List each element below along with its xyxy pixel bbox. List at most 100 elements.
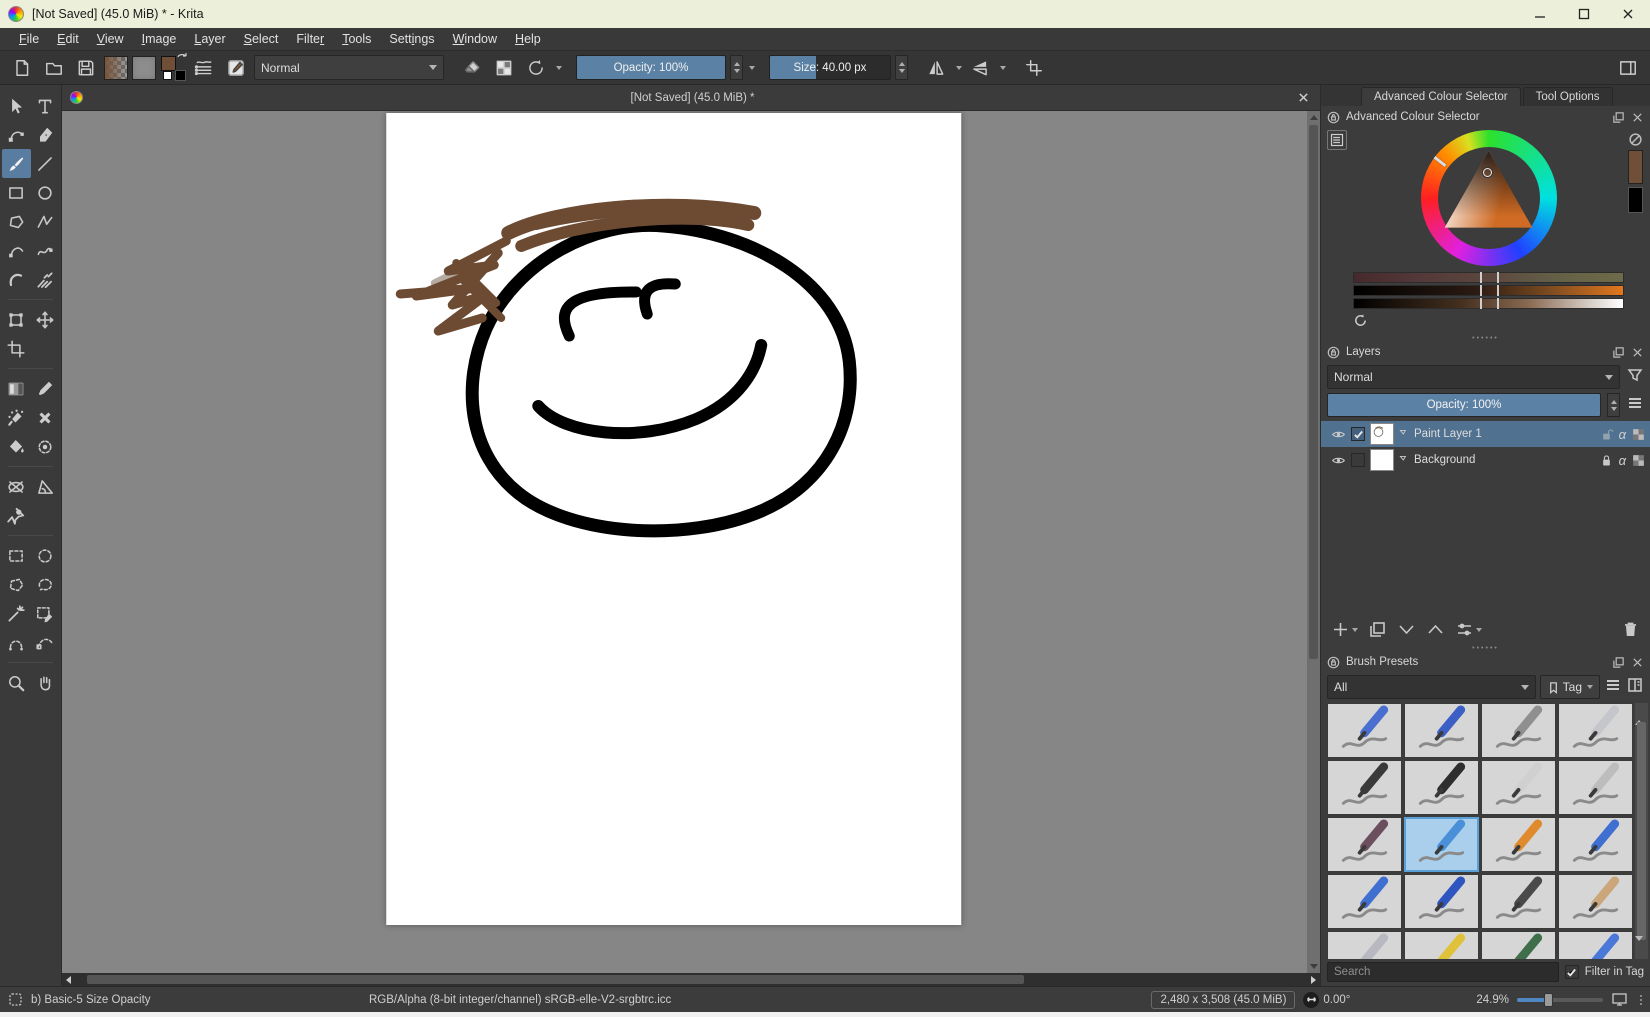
resize-grip[interactable] [1640,994,1642,1005]
move-layer-down-button[interactable] [1397,620,1416,639]
menu-help[interactable]: Help [506,29,550,49]
save-button[interactable] [72,54,100,82]
hue-strip[interactable] [1353,272,1624,283]
foreground-background-colors[interactable] [160,52,187,81]
layer-filter-button[interactable] [1626,366,1644,389]
tool-rect-select[interactable] [2,541,31,570]
layer-options-button[interactable] [1455,620,1482,639]
preserve-alpha-button[interactable] [490,54,518,82]
zoom-slider-handle[interactable] [1543,992,1553,1007]
size-spinner[interactable] [895,55,908,80]
tool-pan[interactable] [31,668,60,697]
canvas-vertical-scrollbar[interactable] [1307,111,1320,973]
tool-color-sampler[interactable] [31,374,60,403]
tool-select-by-color[interactable] [31,599,60,628]
gradient-chooser[interactable] [104,55,128,80]
tool-similar-select[interactable] [2,599,31,628]
background-color-swatch[interactable] [163,70,172,80]
menu-layer[interactable]: Layer [185,29,234,49]
tool-line[interactable] [31,149,60,178]
brush-settings-button[interactable] [190,54,218,82]
preset-list-view-button[interactable] [1604,676,1622,699]
menu-image[interactable]: Image [133,29,186,49]
menu-window[interactable]: Window [444,29,506,49]
tool-text[interactable] [31,91,60,120]
layer-row[interactable]: Background α [1321,447,1650,473]
chevron-down-icon[interactable] [1000,65,1006,70]
tool-freehand-path[interactable] [31,236,60,265]
reload-preset-button[interactable] [522,54,550,82]
tool-enclose-fill[interactable] [31,432,60,461]
lock-open-icon[interactable] [1599,427,1614,442]
close-docker-icon[interactable] [1631,346,1644,359]
triangle-selector[interactable] [1482,168,1492,177]
horizontal-scroll-thumb[interactable] [87,975,1024,984]
close-docker-icon[interactable] [1631,656,1644,669]
alpha-inherit-icon[interactable] [1631,427,1646,442]
float-docker-icon[interactable] [1612,656,1625,669]
layer-thumbnail[interactable] [1370,449,1394,471]
value-strip[interactable] [1353,298,1624,309]
pattern-chooser[interactable] [132,55,156,80]
menu-settings[interactable]: Settings [380,29,443,49]
float-docker-icon[interactable] [1612,111,1625,124]
tool-select-shapes[interactable] [2,91,31,120]
tool-polyline[interactable] [31,207,60,236]
menu-select[interactable]: Select [235,29,288,49]
scroll-left-icon[interactable] [62,975,75,984]
size-slider[interactable]: Size: 40.00 px [769,55,891,80]
tool-ellipse[interactable] [31,178,60,207]
layer-thumbnail[interactable] [1370,423,1394,445]
brush-preset-tile[interactable] [1327,703,1402,759]
brush-preset-tile[interactable] [1327,874,1402,930]
brush-preset-tile[interactable] [1481,817,1556,873]
wrap-around-mode-button[interactable] [1020,54,1048,82]
layer-checkbox[interactable] [1351,453,1365,467]
dock-tab-advanced-colour-selector[interactable]: Advanced Colour Selector [1361,87,1521,106]
visibility-eye-icon[interactable] [1331,453,1346,468]
scroll-right-icon[interactable] [1307,975,1320,984]
brush-preset-tile[interactable] [1404,703,1479,759]
close-document-icon[interactable] [1294,89,1312,107]
fit-to-screen-icon[interactable] [1611,992,1628,1007]
scroll-down-icon[interactable] [1635,936,1648,959]
brush-preset-tile[interactable] [1481,760,1556,816]
scroll-up-icon[interactable] [1307,111,1320,124]
mirror-vertical-button[interactable] [966,54,994,82]
tool-fill[interactable] [2,432,31,461]
brush-preset-tile[interactable] [1404,760,1479,816]
preset-detail-view-button[interactable] [1626,676,1644,699]
tool-freehand-select[interactable] [31,570,60,599]
layer-row[interactable]: Paint Layer 1 α [1321,421,1650,447]
canvas-page[interactable] [386,113,962,925]
tool-zoom[interactable] [2,668,31,697]
brush-preset-tile[interactable] [1481,874,1556,930]
lock-closed-icon[interactable] [1599,453,1614,468]
canvas-horizontal-scrollbar[interactable] [62,973,1320,986]
tool-transform[interactable] [2,305,31,334]
tool-magnetic-select[interactable] [2,628,31,657]
tool-rectangle[interactable] [2,178,31,207]
chevron-down-icon[interactable] [556,65,562,70]
selector-settings-button[interactable] [1327,130,1347,150]
chevron-down-icon[interactable] [749,65,755,70]
preset-scroll-thumb[interactable] [1637,722,1646,940]
brush-preset-tile[interactable] [1404,931,1479,959]
menu-file[interactable]: File [10,29,48,49]
tool-bezier-curve[interactable] [2,236,31,265]
mirror-horizontal-button[interactable] [922,54,950,82]
brush-preset-tile[interactable] [1558,817,1633,873]
tool-polygon-select[interactable] [2,570,31,599]
tool-reference-images[interactable] [2,501,31,530]
layer-blending-dropdown[interactable]: Normal [1327,365,1620,389]
docker-lock-icon[interactable] [1327,111,1340,124]
new-document-button[interactable] [8,54,36,82]
menu-edit[interactable]: Edit [48,29,88,49]
brush-preset-tile[interactable] [1558,703,1633,759]
opacity-spinner[interactable] [730,55,743,80]
brush-editor-button[interactable] [222,54,250,82]
move-layer-up-button[interactable] [1426,620,1445,639]
colorspace-info[interactable]: RGB/Alpha (8-bit integer/channel) sRGB-e… [369,994,671,1006]
brush-preset-tile[interactable] [1558,874,1633,930]
canvas-viewport[interactable] [62,111,1320,973]
